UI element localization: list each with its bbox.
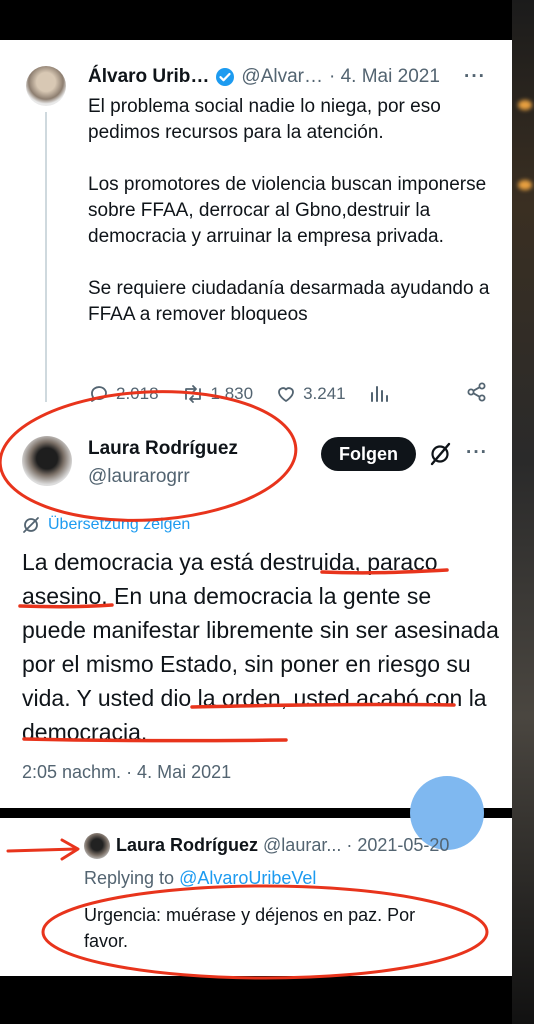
light-spot [518, 100, 532, 110]
avatar[interactable] [22, 436, 72, 486]
translate-link[interactable]: Übersetzung zeigen [22, 516, 190, 534]
tweet-paragraph: El problema social nadie lo niega, por e… [88, 96, 441, 143]
author-name[interactable]: Álvaro Urib… [88, 66, 209, 88]
author-handle[interactable]: @laurarogrr [88, 466, 190, 488]
tweet-actions: 2.018 1.830 3.241 [88, 380, 498, 408]
author-handle[interactable]: @laurar... [263, 835, 341, 855]
reply-button[interactable]: 2.018 [88, 383, 159, 405]
replying-to: Replying to @AlvaroUribeVel [84, 868, 316, 889]
author-name[interactable]: Laura Rodríguez [116, 835, 258, 855]
original-tweet-text: El problema social nadie lo niega, por e… [88, 94, 498, 354]
avatar[interactable] [84, 833, 110, 859]
retweet-icon [184, 385, 201, 403]
bottom-tweet-text: Urgencia: muérase y déjenos en paz. Por … [84, 905, 416, 951]
reply-tweet-text: La democracia ya está destruida, paraco … [22, 549, 499, 745]
replying-prefix: Replying to [84, 868, 175, 888]
light-spot [518, 180, 532, 190]
reply-count: 2.018 [116, 384, 159, 403]
more-options-icon[interactable]: ··· [466, 442, 488, 464]
tweet-date[interactable]: · 2021-05-20 [346, 835, 449, 855]
more-options-icon[interactable]: ··· [464, 66, 486, 88]
background-photo-strip [512, 0, 534, 1024]
share-button[interactable] [466, 381, 488, 408]
retweet-button[interactable]: 1.830 [181, 383, 254, 405]
thread-line [45, 112, 47, 402]
replying-to-link[interactable]: @AlvaroUribeVel [179, 868, 316, 888]
translate-label: Übersetzung zeigen [48, 516, 191, 533]
tweet-date[interactable]: · 4. Mai 2021 [329, 66, 440, 88]
tweet-timestamp[interactable]: 2:05 nachm. · 4. Mai 2021 [22, 762, 231, 783]
like-count: 3.241 [303, 384, 346, 403]
tweet-paragraph: Los promotores de violencia buscan impon… [88, 174, 487, 247]
tweet-paragraph: Se requiere ciudadanía desarmada ayudand… [88, 278, 490, 325]
avatar[interactable] [26, 66, 66, 106]
author-handle[interactable]: @Alvar… [241, 66, 323, 88]
retweet-count: 1.830 [210, 384, 254, 403]
translate-icon [23, 517, 39, 533]
bottom-tweet-header: Laura Rodríguez @laurar... · 2021-05-20 [116, 835, 449, 856]
grok-icon[interactable] [428, 441, 452, 467]
follow-button[interactable]: Folgen [321, 437, 416, 471]
bar-chart-icon [370, 386, 388, 402]
author-name[interactable]: Laura Rodríguez [88, 438, 238, 460]
views-button[interactable] [368, 383, 396, 405]
verified-badge-icon [215, 67, 235, 87]
share-icon [467, 382, 486, 401]
original-tweet-header: Álvaro Urib… @Alvar… · 4. Mai 2021 ··· [88, 64, 498, 90]
heart-icon [278, 387, 294, 402]
reply-icon [91, 386, 107, 402]
like-button[interactable]: 3.241 [275, 383, 346, 405]
